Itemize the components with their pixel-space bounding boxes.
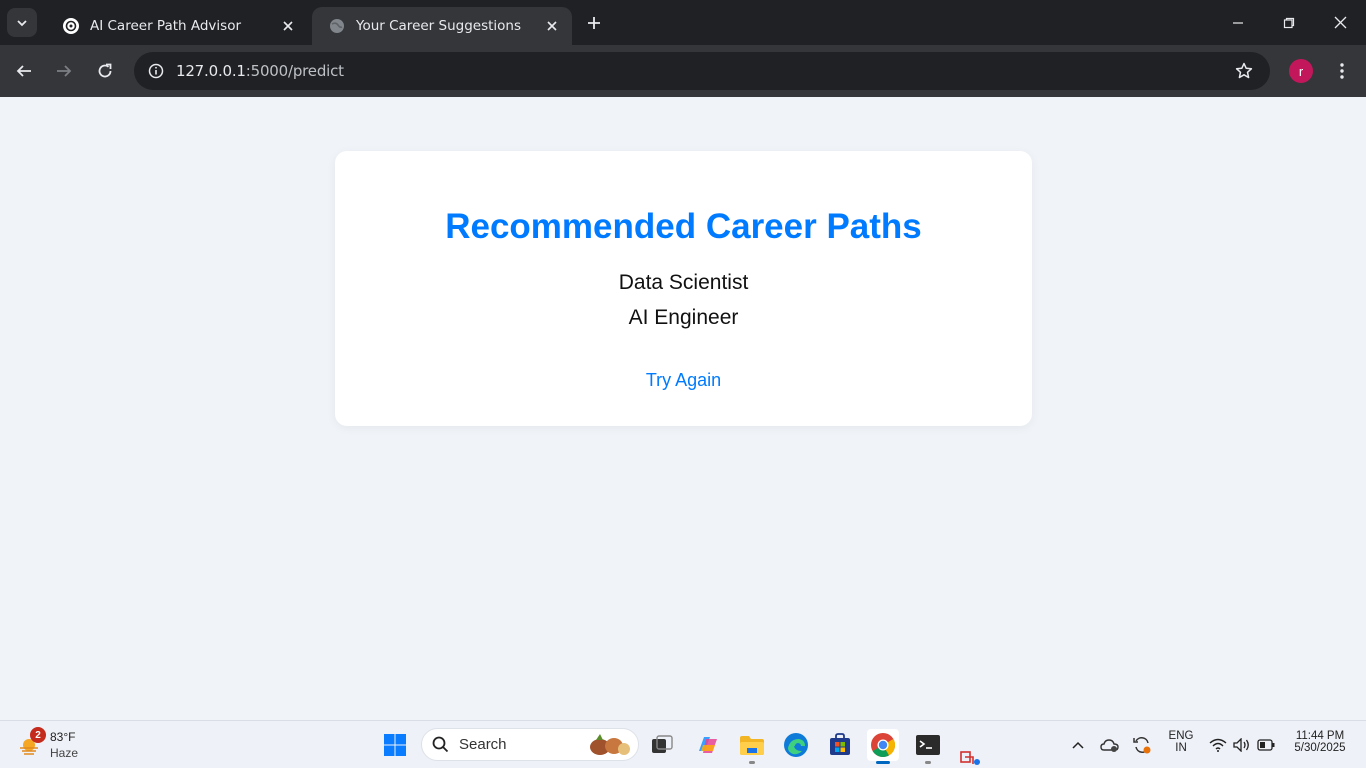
tab-strip: AI Career Path Advisor Your Career Sugge… (0, 0, 1366, 45)
language-code: ENG (1168, 730, 1194, 742)
onedrive-button[interactable] (1096, 729, 1124, 761)
snipping-tool-icon (960, 751, 980, 765)
edge-button[interactable] (780, 729, 812, 761)
close-window-button[interactable] (1315, 0, 1365, 45)
career-item: AI Engineer (628, 306, 739, 329)
address-host: 127.0.0.1 (176, 62, 246, 80)
restore-icon (1283, 17, 1295, 28)
career-item: Data Scientist (618, 271, 749, 294)
page-title: Recommended Career Paths (445, 207, 922, 246)
close-tab-icon[interactable] (542, 16, 562, 36)
wifi-button[interactable] (1206, 729, 1230, 761)
address-bar[interactable]: 127.0.0.1:5000/predict (134, 52, 1270, 90)
task-view-button[interactable] (646, 729, 678, 761)
chrome-icon (871, 733, 896, 758)
try-again-container: Try Again (335, 370, 1032, 391)
minimize-button[interactable] (1213, 0, 1263, 45)
kebab-menu-icon (1340, 63, 1344, 79)
snipping-tool-button[interactable] (956, 747, 986, 768)
store-button[interactable] (824, 729, 856, 761)
page-viewport: Recommended Career Paths Data Scientist … (0, 97, 1366, 720)
site-info-icon[interactable] (136, 52, 176, 90)
tab-career-advisor[interactable]: AI Career Path Advisor (46, 7, 308, 45)
profile-avatar[interactable]: r (1289, 59, 1313, 83)
active-app-indicator (876, 761, 890, 764)
notification-badge: 2 (30, 727, 46, 743)
task-view-icon (652, 735, 673, 753)
terminal-icon (916, 735, 940, 755)
wifi-icon (1209, 738, 1227, 752)
weather-temp: 83°F (50, 730, 76, 744)
reload-icon (98, 63, 112, 78)
terminal-button[interactable] (912, 729, 944, 761)
back-button[interactable] (8, 55, 40, 87)
try-again-link[interactable]: Try Again (646, 370, 721, 390)
reload-button[interactable] (89, 55, 121, 87)
volume-button[interactable] (1230, 729, 1254, 761)
arrow-left-icon (16, 65, 31, 77)
plus-icon (588, 17, 600, 29)
forward-button[interactable] (48, 55, 80, 87)
browser-toolbar: 127.0.0.1:5000/predict r (0, 45, 1366, 97)
minimize-icon (1233, 21, 1243, 24)
globe-favicon-icon (328, 17, 346, 35)
close-tab-icon[interactable] (278, 16, 298, 36)
language-indicator[interactable]: ENG IN (1164, 730, 1198, 754)
copilot-icon (699, 737, 717, 753)
clock-date: 5/30/2025 (1294, 742, 1346, 754)
copilot-button[interactable] (692, 729, 724, 761)
chevron-down-icon (17, 19, 27, 26)
sync-button[interactable] (1128, 729, 1156, 761)
speaker-icon (1233, 738, 1249, 752)
windows-taskbar: 2 83°F Haze Search ENG IN 11:44 PM 5/30/… (0, 720, 1366, 768)
close-icon (1334, 16, 1346, 29)
restore-button[interactable] (1264, 0, 1314, 45)
taskbar-search[interactable]: Search (421, 728, 639, 761)
address-url: 127.0.0.1:5000/predict (176, 62, 344, 80)
tab-title: Your Career Suggestions (356, 18, 522, 34)
battery-icon (1257, 739, 1275, 751)
new-tab-button[interactable] (580, 9, 608, 37)
clock-time: 11:44 PM (1295, 730, 1345, 742)
weather-widget[interactable]: 2 83°F Haze (16, 727, 96, 763)
arrow-right-icon (57, 65, 72, 77)
region-code: IN (1175, 742, 1187, 754)
sync-icon (1133, 737, 1151, 754)
clock[interactable]: 11:44 PM 5/30/2025 (1286, 730, 1354, 754)
show-hidden-icons-button[interactable] (1064, 729, 1092, 761)
openai-favicon-icon (62, 17, 80, 35)
tab-search-button[interactable] (7, 8, 37, 37)
bookmark-star-icon[interactable] (1232, 59, 1256, 83)
cloud-icon (1100, 739, 1119, 752)
results-card: Recommended Career Paths Data Scientist … (335, 151, 1032, 426)
file-explorer-button[interactable] (736, 729, 768, 761)
search-label: Search (459, 736, 507, 753)
chevron-up-icon (1072, 741, 1084, 749)
running-indicator (749, 761, 755, 764)
running-indicator (925, 761, 931, 764)
battery-button[interactable] (1254, 729, 1278, 761)
edge-icon (784, 733, 808, 757)
address-path: :5000/predict (245, 62, 344, 80)
chrome-button[interactable] (867, 729, 899, 761)
start-button[interactable] (379, 729, 411, 761)
search-highlight-icon (590, 734, 630, 755)
weather-condition: Haze (50, 746, 79, 760)
tab-career-suggestions[interactable]: Your Career Suggestions (312, 7, 572, 45)
search-icon (432, 736, 449, 753)
tab-title: AI Career Path Advisor (90, 18, 242, 34)
browser-menu-button[interactable] (1330, 55, 1354, 87)
store-icon (830, 733, 850, 755)
windows-logo-icon (384, 734, 406, 756)
folder-icon (740, 736, 764, 755)
